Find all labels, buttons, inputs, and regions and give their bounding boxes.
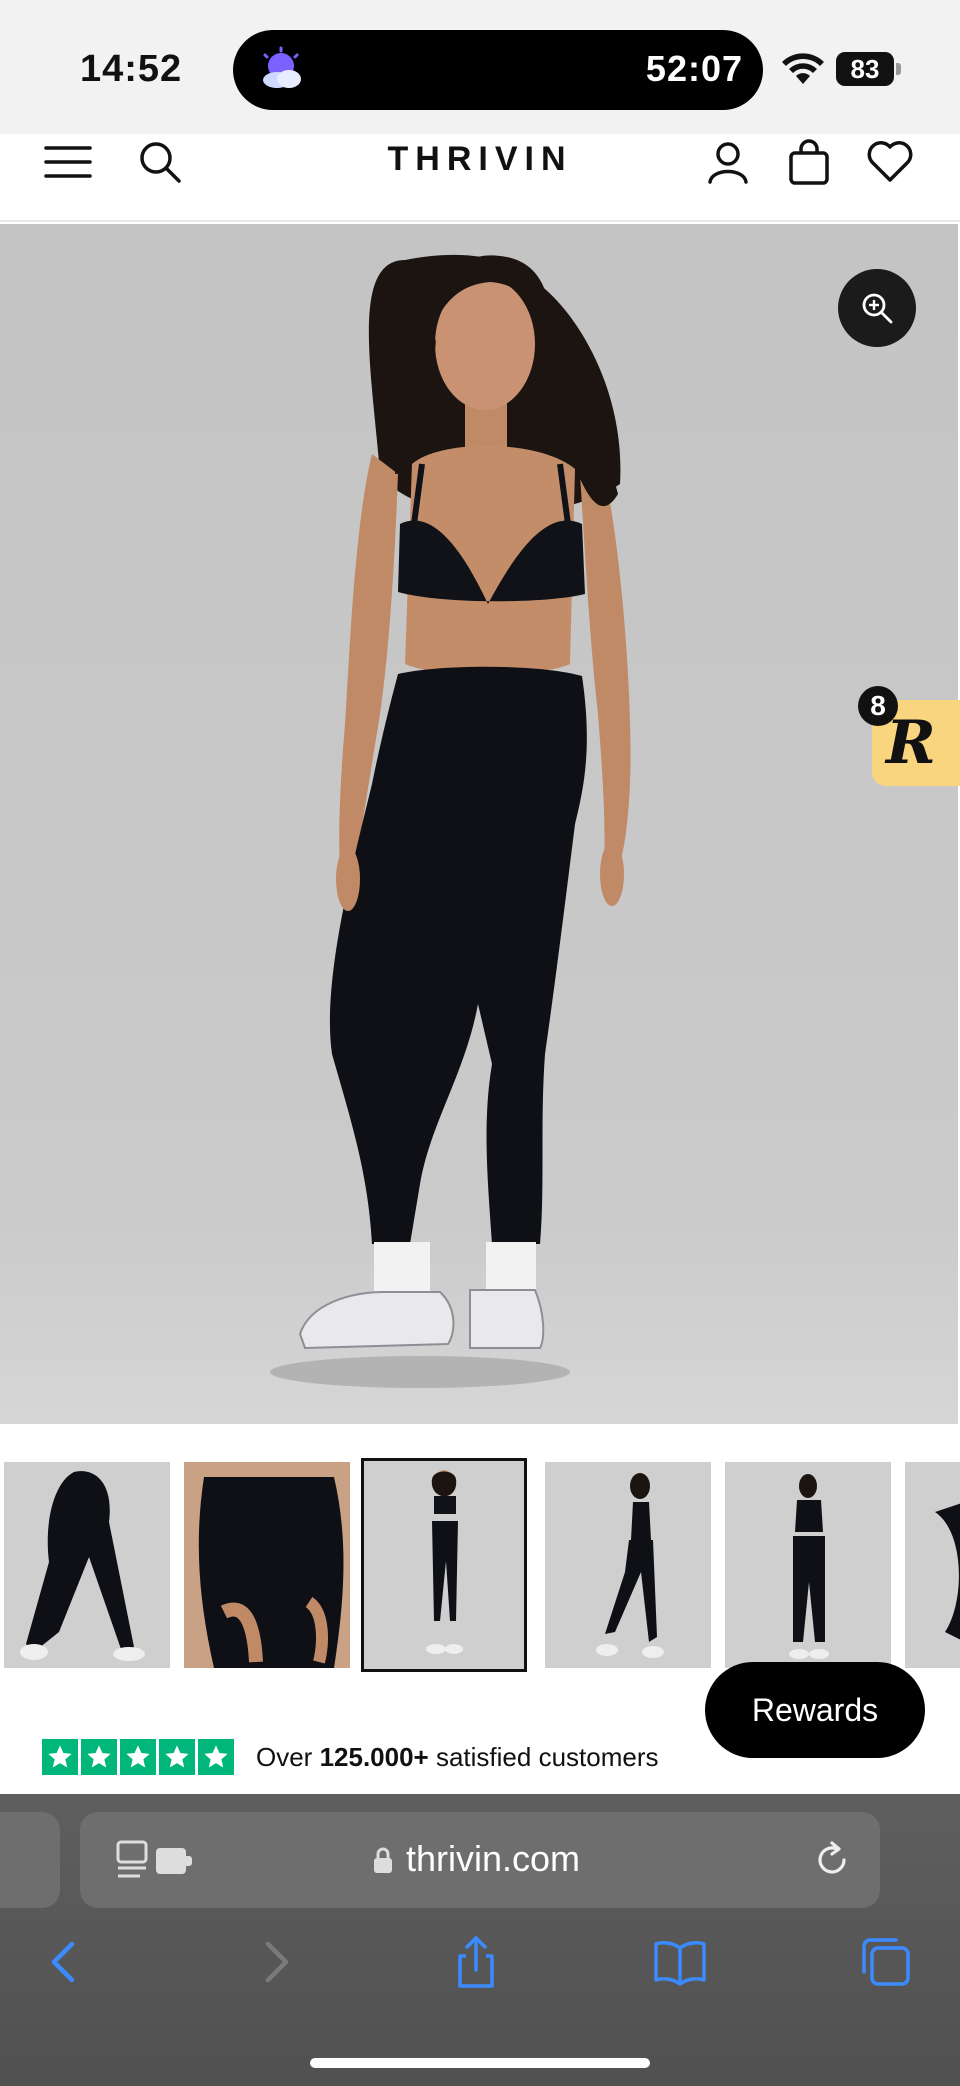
cart-bag-icon[interactable]: [781, 134, 837, 190]
forward-icon[interactable]: [248, 1934, 304, 1990]
thumbnail-1[interactable]: [4, 1462, 170, 1668]
trust-prefix: Over: [256, 1741, 320, 1772]
star-icon: [159, 1739, 195, 1775]
back-icon[interactable]: [36, 1934, 92, 1990]
site-logo[interactable]: THRIVIN: [385, 140, 575, 179]
page-menu-icon[interactable]: [114, 1840, 194, 1880]
thumbnail-6[interactable]: [905, 1462, 960, 1668]
thumbnail-2[interactable]: [184, 1462, 350, 1668]
trust-count: 125.000+: [319, 1741, 429, 1772]
rewards-button[interactable]: Rewards: [705, 1662, 925, 1758]
wifi-icon: [782, 53, 824, 84]
product-thumbnail-strip[interactable]: [0, 1458, 960, 1672]
reload-icon[interactable]: [812, 1840, 852, 1880]
rewards-count-badge: 8: [858, 686, 898, 726]
status-time: 14:52: [80, 48, 183, 90]
weather-moon-cloud-icon: [263, 46, 301, 88]
browser-toolbar: thrivin.com: [0, 1794, 960, 2086]
thumbnail-4[interactable]: [545, 1462, 711, 1668]
battery-level: 83: [836, 52, 894, 86]
account-icon[interactable]: [700, 134, 756, 190]
thumbnail-3-active[interactable]: [361, 1458, 527, 1672]
lock-icon: [374, 1847, 392, 1873]
menu-icon[interactable]: [40, 134, 96, 190]
bookmarks-icon[interactable]: [652, 1934, 708, 1990]
battery-indicator: 83: [836, 52, 902, 86]
zoom-button[interactable]: [838, 269, 916, 347]
star-icon: [198, 1739, 234, 1775]
share-icon[interactable]: [448, 1934, 504, 1990]
rating-stars: [42, 1739, 234, 1775]
trust-suffix: satisfied customers: [428, 1741, 659, 1772]
dynamic-island[interactable]: 52:07: [233, 30, 763, 110]
zoom-in-icon: [862, 293, 893, 324]
previous-tab-preview[interactable]: [0, 1812, 60, 1908]
trust-text: Over 125.000+ satisfied customers: [256, 1742, 659, 1773]
tabs-icon[interactable]: [858, 1934, 914, 1990]
star-icon: [42, 1739, 78, 1775]
search-icon[interactable]: [132, 134, 188, 190]
status-bar: 14:52 52:07 83: [0, 0, 960, 134]
url-text: thrivin.com: [406, 1838, 581, 1879]
product-photo-model: [270, 254, 631, 1388]
trust-rating-bar: Over 125.000+ satisfied customers: [42, 1738, 659, 1776]
site-header: THRIVIN: [0, 134, 960, 222]
home-indicator: [310, 2058, 650, 2068]
star-icon: [81, 1739, 117, 1775]
thumbnail-5[interactable]: [725, 1462, 891, 1668]
star-icon: [120, 1739, 156, 1775]
battery-cap: [896, 63, 901, 75]
address-bar[interactable]: thrivin.com: [80, 1812, 880, 1908]
product-hero-image[interactable]: [0, 224, 958, 1424]
activity-timer: 52:07: [645, 48, 743, 89]
wishlist-heart-icon[interactable]: [862, 134, 918, 190]
